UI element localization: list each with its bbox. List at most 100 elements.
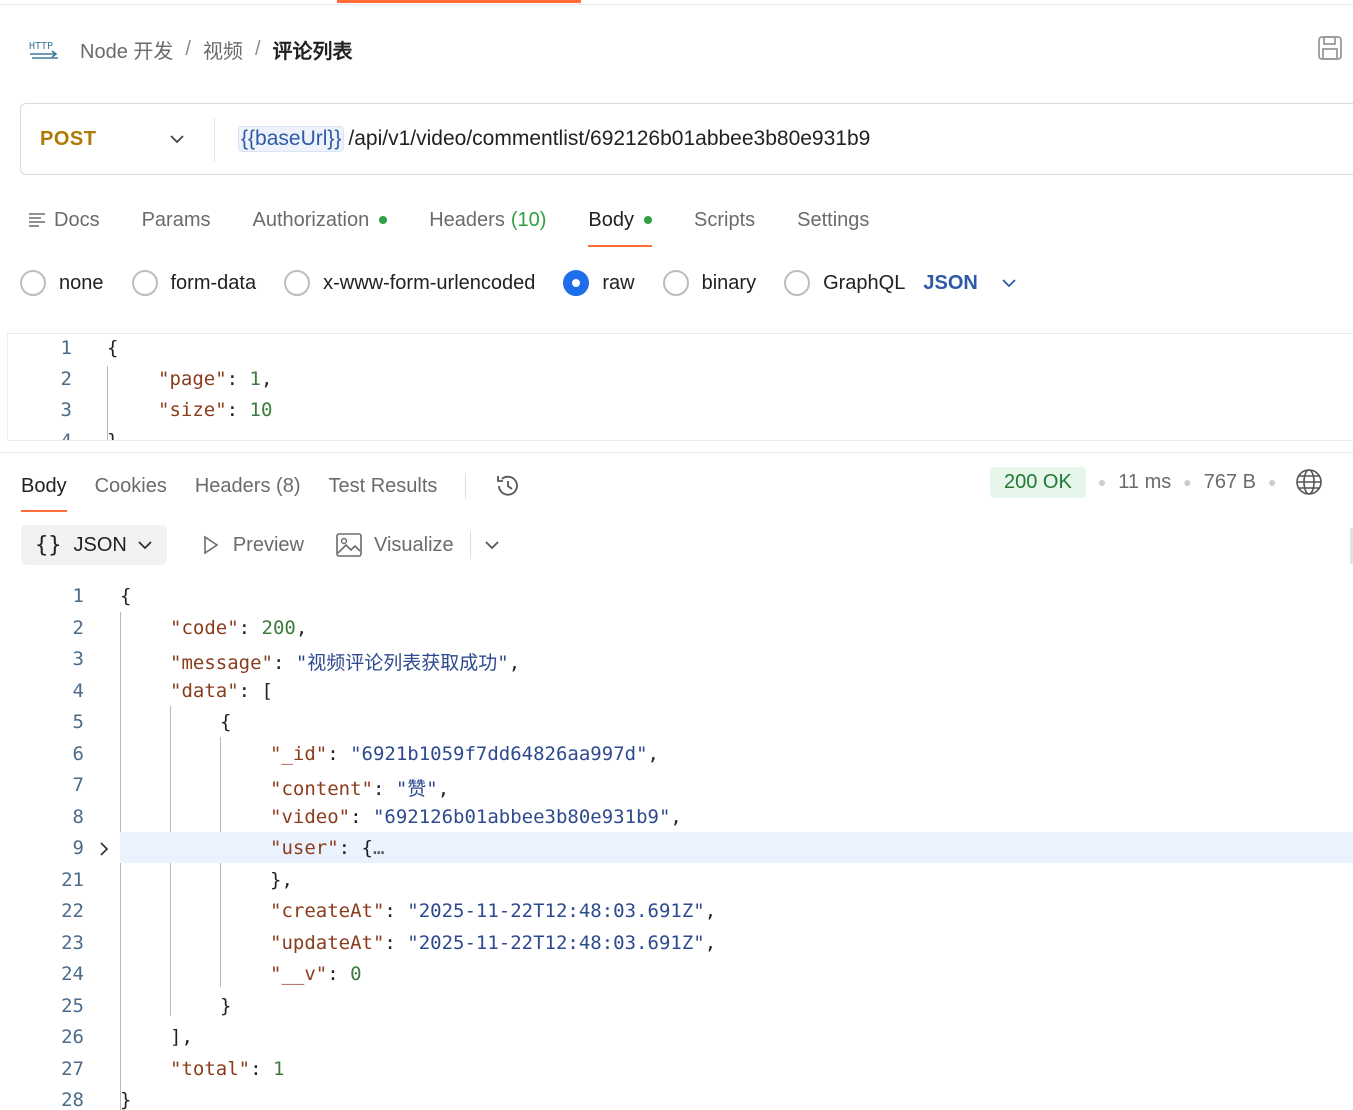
visualize-button[interactable]: Visualize — [336, 533, 454, 557]
code-line: 23 "updateAt": "2025-11-22T12:48:03.691Z… — [0, 932, 1353, 963]
tab-settings[interactable]: Settings — [797, 203, 869, 237]
code-line: 3 "message": "视频评论列表获取成功", — [0, 648, 1353, 679]
tab-body[interactable]: Body — [588, 203, 653, 247]
code-line: 4 } — [8, 430, 1353, 440]
tab-headers[interactable]: Headers (10) — [429, 203, 546, 237]
code-text: } — [220, 995, 232, 1017]
request-title[interactable]: 评论列表 — [273, 35, 353, 64]
response-body-viewer[interactable]: 1 { 2 "code": 200, 3 "message": "视频评论列表获… — [0, 580, 1353, 1110]
json-key: "content" — [270, 778, 373, 800]
tab-docs[interactable]: Docs — [28, 203, 100, 237]
response-time[interactable]: 11 ms — [1118, 471, 1171, 494]
request-tabs: Docs Params Authorization Headers (10) B… — [28, 203, 911, 247]
json-string: "2025-11-22T12:48:03.691Z" — [407, 900, 705, 922]
preview-button[interactable]: Preview — [199, 534, 304, 557]
breadcrumb-separator: / — [254, 38, 261, 60]
line-number: 2 — [72, 617, 84, 639]
response-toolbar: {} JSON Preview Visualize — [21, 524, 501, 566]
http-icon: HTTP — [29, 41, 58, 59]
tab-response-headers[interactable]: Headers (8) — [195, 475, 301, 498]
line-number: 4 — [72, 680, 84, 702]
tab-authorization-label: Authorization — [252, 208, 370, 231]
url-path[interactable]: /api/v1/video/commentlist/692126b01abbee… — [348, 127, 870, 151]
top-tab-strip — [0, 0, 1353, 5]
chevron-down-icon[interactable] — [483, 536, 501, 554]
globe-icon[interactable] — [1294, 467, 1324, 497]
line-number: 2 — [60, 368, 72, 390]
radio-button[interactable] — [662, 270, 689, 296]
json-key: "updateAt" — [270, 932, 385, 954]
json-string: "692126b01abbee3b80e931b9" — [372, 806, 671, 828]
folded-ellipsis[interactable]: … — [373, 837, 384, 859]
url-variable[interactable]: {{baseUrl}} — [238, 126, 345, 152]
json-string: "赞" — [395, 778, 438, 800]
tab-test-results[interactable]: Test Results — [328, 475, 437, 498]
tab-response-body[interactable]: Body — [21, 475, 67, 512]
json-key: "code" — [170, 617, 239, 639]
method-select[interactable]: POST — [40, 128, 96, 151]
chevron-down-icon[interactable] — [1000, 274, 1018, 292]
chevron-right-icon[interactable] — [96, 841, 112, 857]
tab-scripts[interactable]: Scripts — [694, 203, 755, 237]
image-icon — [336, 533, 362, 557]
tab-divider — [465, 473, 467, 499]
body-option-raw[interactable]: raw — [563, 270, 635, 296]
radio-button[interactable] — [784, 270, 811, 296]
code-text: }, — [270, 869, 293, 891]
url-input[interactable]: {{baseUrl}} /api/v1/video/commentlist/69… — [238, 126, 870, 152]
code-line: 26 ], — [0, 1026, 1353, 1057]
chevron-down-icon[interactable] — [168, 130, 186, 148]
body-option-none[interactable]: none — [20, 270, 104, 296]
line-number: 7 — [72, 774, 84, 796]
tab-cookies[interactable]: Cookies — [95, 475, 167, 498]
request-body-editor[interactable]: 1 { 2 "page": 1, 3 "size": 10 4 } — [7, 333, 1353, 441]
breadcrumb-folder[interactable]: 视频 — [203, 35, 243, 64]
tab-scripts-label: Scripts — [694, 208, 756, 231]
format-select[interactable]: {} JSON — [21, 525, 167, 565]
tab-params[interactable]: Params — [142, 203, 211, 237]
line-number: 3 — [60, 399, 72, 421]
code-text: "content": "赞", — [270, 778, 450, 800]
line-number: 22 — [61, 900, 84, 922]
code-line: 5 { — [0, 711, 1353, 742]
radio-button[interactable] — [20, 270, 46, 296]
body-option-binary[interactable]: binary — [662, 270, 756, 296]
code-line: 28 } — [0, 1089, 1353, 1110]
code-line: 1 { — [8, 337, 1353, 368]
json-key: "user" — [270, 837, 339, 859]
breadcrumb-collection[interactable]: Node 开发 — [80, 35, 173, 64]
line-number: 26 — [61, 1026, 84, 1048]
history-icon[interactable] — [494, 472, 522, 500]
tab-body-label: Body — [588, 208, 635, 231]
code-text: "user": {… — [270, 837, 385, 859]
body-option-urlencoded[interactable]: x-www-form-urlencoded — [284, 270, 535, 296]
breadcrumb: Node 开发 / 视频 / 评论列表 — [80, 35, 353, 64]
body-option-graphql[interactable]: GraphQL — [784, 270, 905, 296]
radio-button[interactable] — [131, 270, 158, 296]
raw-language-select[interactable]: JSON — [923, 272, 977, 295]
json-number: 1 — [272, 1058, 285, 1080]
json-number: 0 — [350, 963, 362, 985]
radio-button[interactable] — [284, 270, 311, 296]
line-number: 3 — [72, 648, 84, 670]
save-icon[interactable] — [1316, 34, 1344, 62]
status-badge[interactable]: 200 OK — [990, 466, 1086, 498]
body-type-options: none form-data x-www-form-urlencoded raw… — [20, 266, 1018, 300]
code-line: 27 "total": 1 — [0, 1058, 1353, 1089]
body-option-form-data[interactable]: form-data — [131, 270, 256, 296]
json-key: "_id" — [270, 743, 328, 765]
tab-response-headers-label: Headers — [194, 474, 271, 497]
docs-icon — [29, 213, 45, 227]
code-text: "code": 200, — [170, 617, 308, 639]
json-string: "2025-11-22T12:48:03.691Z" — [407, 932, 705, 954]
code-text: "message": "视频评论列表获取成功", — [170, 652, 521, 674]
radio-button-selected[interactable] — [563, 270, 590, 296]
pane-divider[interactable] — [0, 452, 1353, 453]
json-key: "message" — [170, 652, 273, 674]
code-line: 4 "data": [ — [0, 680, 1353, 711]
response-size[interactable]: 767 B — [1204, 471, 1256, 494]
tab-authorization[interactable]: Authorization — [252, 203, 388, 237]
code-text: ], — [170, 1026, 193, 1048]
response-headers-count: (8) — [276, 474, 301, 497]
json-key: "page" — [158, 368, 227, 390]
